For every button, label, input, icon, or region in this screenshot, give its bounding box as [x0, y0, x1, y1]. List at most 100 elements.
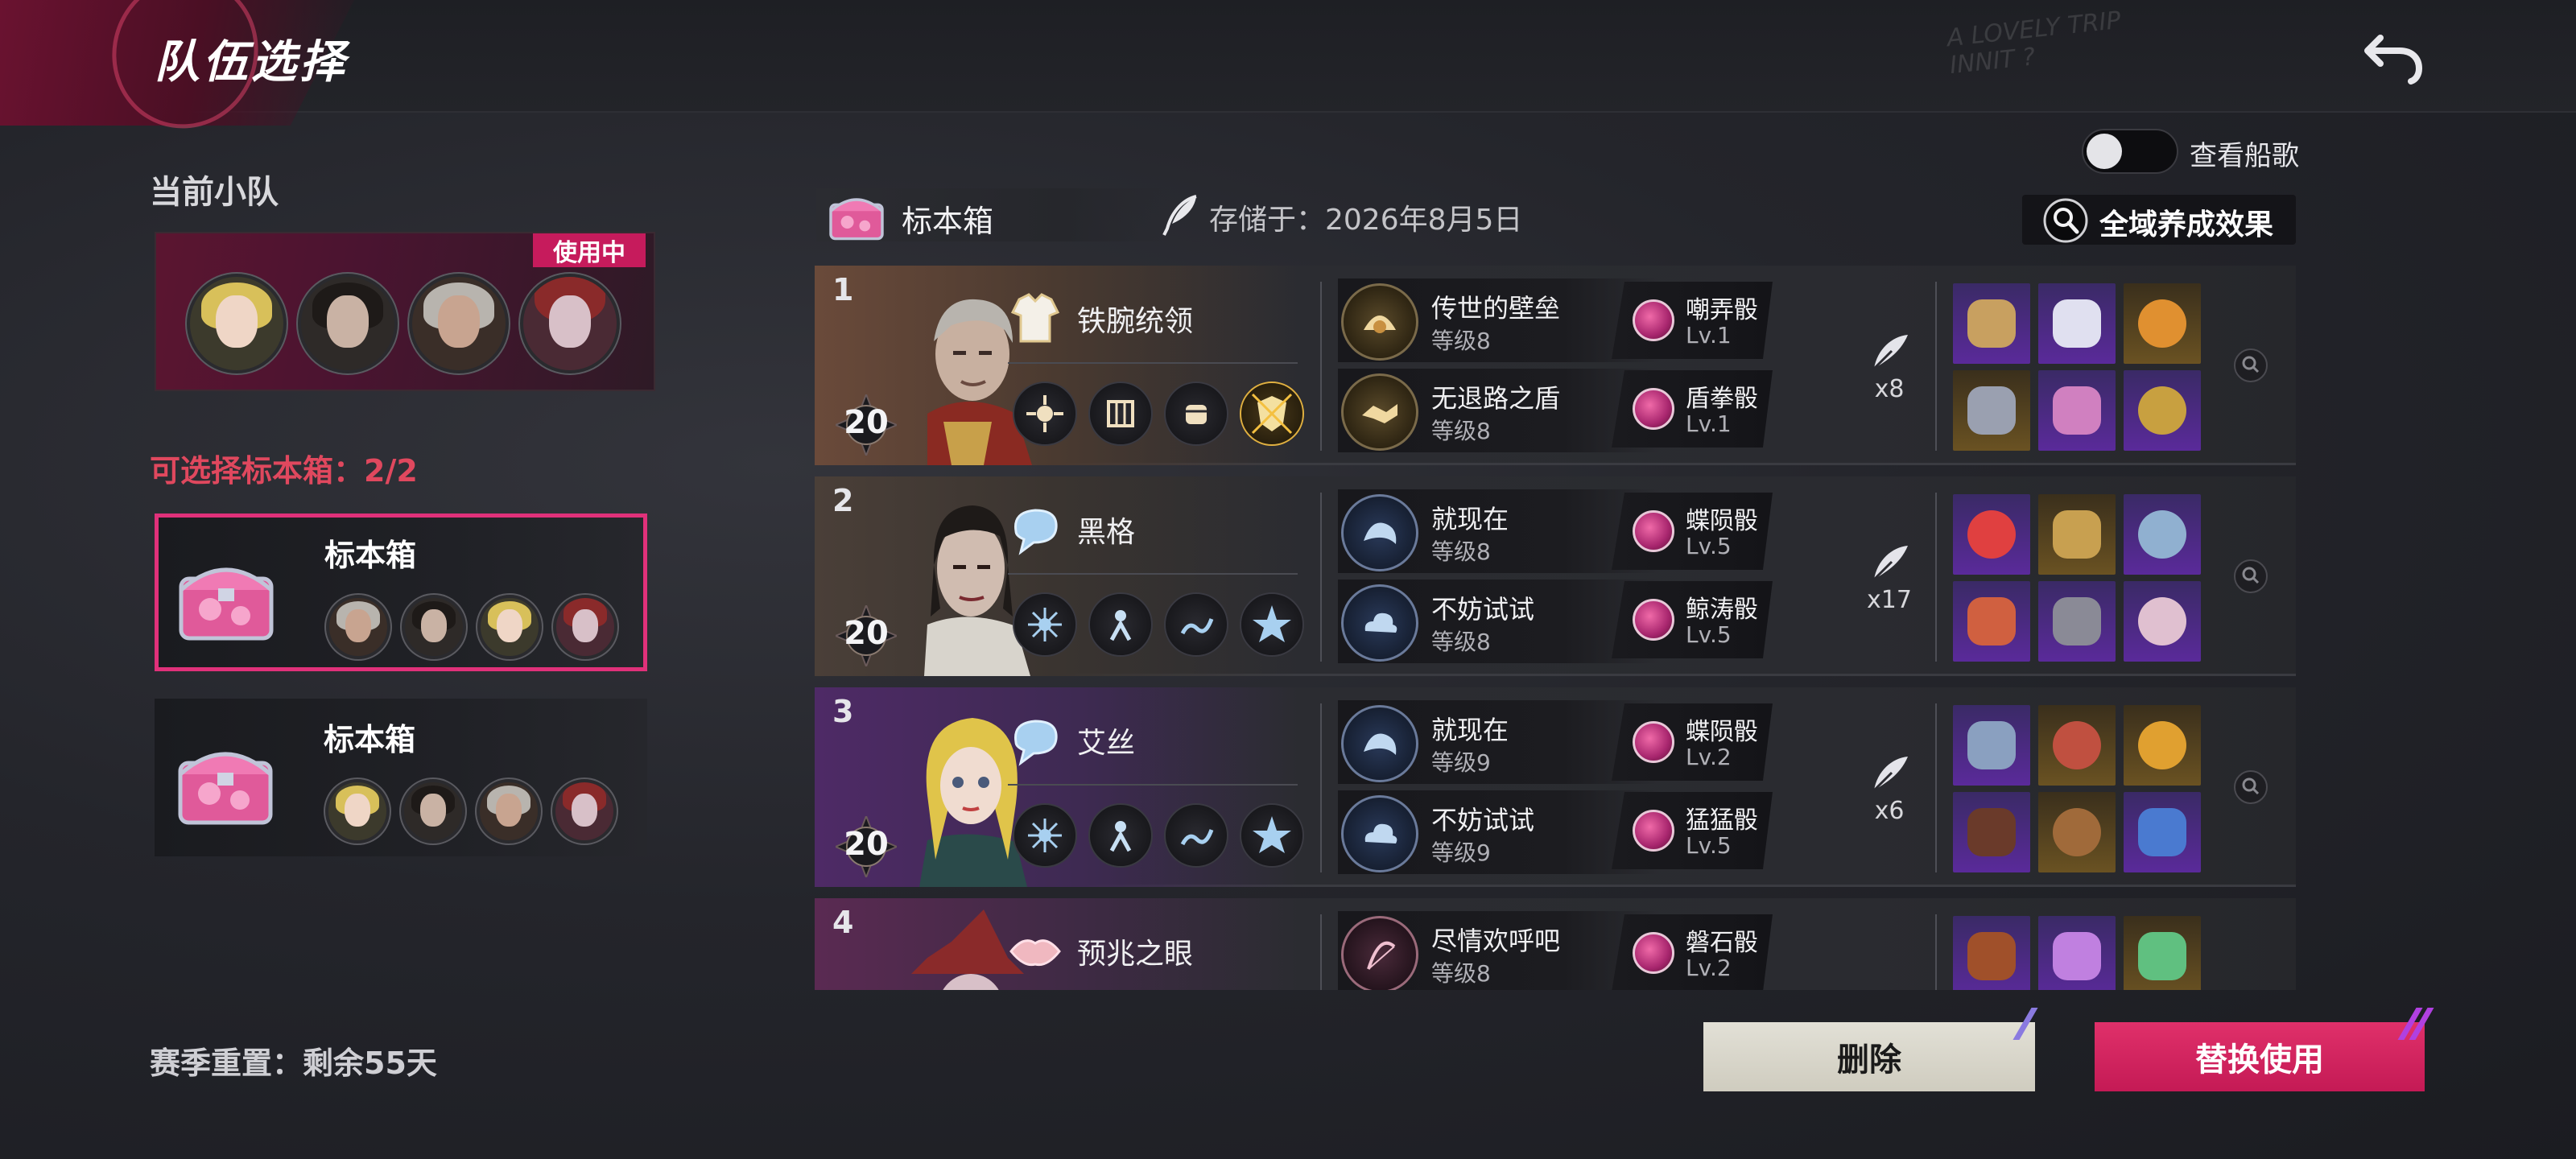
trait-level: 等级9: [1431, 839, 1491, 866]
skill-icon[interactable]: [1240, 803, 1304, 868]
trait-slot[interactable]: 尽情欢呼吧 等级8: [1338, 911, 1660, 990]
skill-icon[interactable]: [1088, 382, 1153, 446]
character-row[interactable]: 2 20 黑格 就现在 等级8 不妨试试 等级8 蝶陨骰 Lv.5 鲸涛骰 Lv…: [815, 476, 2296, 676]
equipment-slot[interactable]: [1953, 916, 2030, 990]
character-level: 20: [844, 826, 889, 863]
back-button[interactable]: [2359, 24, 2431, 89]
trait-name: 不妨试试: [1431, 594, 1535, 625]
feather-icon: [1872, 335, 1908, 370]
skill-icon[interactable]: [1013, 592, 1077, 657]
dice-slot[interactable]: 盾拳骰 Lv.1: [1612, 370, 1773, 448]
trait-slot[interactable]: 不妨试试 等级9: [1338, 790, 1660, 874]
equipment-slot[interactable]: [2124, 581, 2201, 662]
column-divider: [1320, 914, 1322, 990]
skill-icon[interactable]: [1013, 803, 1077, 868]
current-squad-panel[interactable]: 使用中: [155, 232, 655, 391]
feather-count: x8: [1874, 375, 1905, 403]
wave-trait-icon: [1341, 494, 1418, 571]
equipment-slot[interactable]: [2038, 370, 2116, 451]
skill-icon[interactable]: [1164, 592, 1228, 657]
skill-icon[interactable]: [1088, 592, 1153, 657]
dice-icon: [1633, 510, 1674, 552]
magnifier-icon[interactable]: [2233, 769, 2268, 805]
column-divider: [1935, 914, 1937, 990]
dice-name: 鲸涛骰: [1686, 596, 1758, 624]
equipment-slot[interactable]: [2124, 283, 2201, 364]
equipment-slot[interactable]: [2038, 581, 2116, 662]
replace-use-button[interactable]: 替换使用: [2095, 1022, 2425, 1091]
dice-icon: [1633, 810, 1674, 852]
dice-slot[interactable]: 蝶陨骰 Lv.2: [1612, 703, 1773, 781]
sea-song-toggle[interactable]: [2082, 129, 2178, 174]
equipment-slot[interactable]: [2038, 792, 2116, 872]
skill-icon[interactable]: [1240, 382, 1304, 446]
trait-slot[interactable]: 就现在 等级8: [1338, 489, 1660, 573]
character-row[interactable]: 3 20 艾丝 就现在 等级9 不妨试试 等级9 蝶陨骰 Lv.2 猛猛骰 Lv…: [815, 687, 2296, 887]
delete-button[interactable]: 删除: [1703, 1022, 2035, 1091]
trait-name: 不妨试试: [1431, 805, 1535, 835]
dice-slot[interactable]: 鲸涛骰 Lv.5: [1612, 581, 1773, 658]
name-divider: [1008, 784, 1298, 786]
equipment-slot[interactable]: [1953, 705, 2030, 786]
dice-icon: [1633, 932, 1674, 974]
specimen-box-card[interactable]: 标本箱: [155, 699, 647, 856]
dice-icon: [1633, 388, 1674, 430]
trait-slot[interactable]: 不妨试试 等级8: [1338, 580, 1660, 663]
watermark-text: A LOVELY TRIP INNIT ?: [1946, 6, 2125, 80]
dice-slot[interactable]: 猛猛骰 Lv.5: [1612, 792, 1773, 869]
equipment-slot[interactable]: [1953, 283, 2030, 364]
specimen-box-card[interactable]: 标本箱: [155, 514, 647, 671]
equipment-slot[interactable]: [1953, 494, 2030, 575]
skill-icon[interactable]: [1088, 803, 1153, 868]
equipment-slot[interactable]: [2038, 916, 2116, 990]
equipment-slot[interactable]: [2124, 792, 2201, 872]
wave-icon: [1180, 618, 1214, 635]
dice-icon: [1633, 299, 1674, 341]
magnifier-icon[interactable]: [2233, 348, 2268, 383]
trait-level: 等级8: [1431, 960, 1491, 987]
equipment-slot[interactable]: [2124, 370, 2201, 451]
equipment-slot[interactable]: [2124, 916, 2201, 990]
dice-slot[interactable]: 嘲弄骰 Lv.1: [1612, 282, 1773, 359]
trait-slot[interactable]: 无退路之盾 等级8: [1338, 369, 1660, 452]
chest-icon: [829, 198, 884, 241]
equipment-slot[interactable]: [1953, 370, 2030, 451]
emblem-equip-icon: [2138, 721, 2186, 769]
trait-level: 等级8: [1431, 629, 1491, 655]
shell-equip-icon: [2138, 597, 2186, 645]
feather-count: x6: [1874, 797, 1905, 825]
column-divider: [1320, 493, 1322, 662]
chest-icon: [178, 752, 273, 825]
toggle-knob: [2087, 134, 2122, 169]
top-bar: 队伍选择 A LOVELY TRIP INNIT ?: [0, 0, 2576, 150]
trait-slot[interactable]: 传世的壁垒 等级8: [1338, 278, 1660, 362]
equipment-slot[interactable]: [2038, 494, 2116, 575]
dice-level: Lv.1: [1686, 322, 1732, 349]
skill-icon[interactable]: [1164, 803, 1228, 868]
skill-icon[interactable]: [1164, 382, 1228, 446]
magnifier-icon[interactable]: [2233, 559, 2268, 594]
dice-slot[interactable]: 磐石骰 Lv.2: [1612, 914, 1773, 990]
dice-level: Lv.5: [1686, 621, 1732, 648]
equipment-slot[interactable]: [2038, 283, 2116, 364]
equipment-slot[interactable]: [2038, 705, 2116, 786]
character-list[interactable]: 1 20 铁腕统领 传世的壁垒 等级8 无退路之盾 等级8 嘲弄骰 Lv.1 盾…: [815, 266, 2296, 990]
character-row[interactable]: 4 预兆之眼 尽情欢呼吧 等级8 磐石骰 Lv.2: [815, 898, 2296, 990]
skill-icon[interactable]: [1013, 382, 1077, 446]
flower-equip-icon: [2053, 386, 2101, 435]
equipment-slot[interactable]: [2124, 705, 2201, 786]
quill-icon: [1162, 195, 1197, 236]
box-header-title: 标本箱: [902, 204, 994, 239]
character-row[interactable]: 1 20 铁腕统领 传世的壁垒 等级8 无退路之盾 等级8 嘲弄骰 Lv.1 盾…: [815, 266, 2296, 465]
equipment-slot[interactable]: [1953, 792, 2030, 872]
armor-equip-icon: [2053, 510, 2101, 559]
equipment-slot[interactable]: [2124, 494, 2201, 575]
skill-icon[interactable]: [1240, 592, 1304, 657]
gauntlet-equip-icon: [2053, 597, 2101, 645]
equipment-slot[interactable]: [1953, 581, 2030, 662]
shield-equip-icon: [1967, 299, 2016, 348]
dice-icon: [1633, 599, 1674, 641]
dice-slot[interactable]: 蝶陨骰 Lv.5: [1612, 493, 1773, 570]
trait-slot[interactable]: 就现在 等级9: [1338, 700, 1660, 784]
burst-icon: [1026, 395, 1063, 432]
